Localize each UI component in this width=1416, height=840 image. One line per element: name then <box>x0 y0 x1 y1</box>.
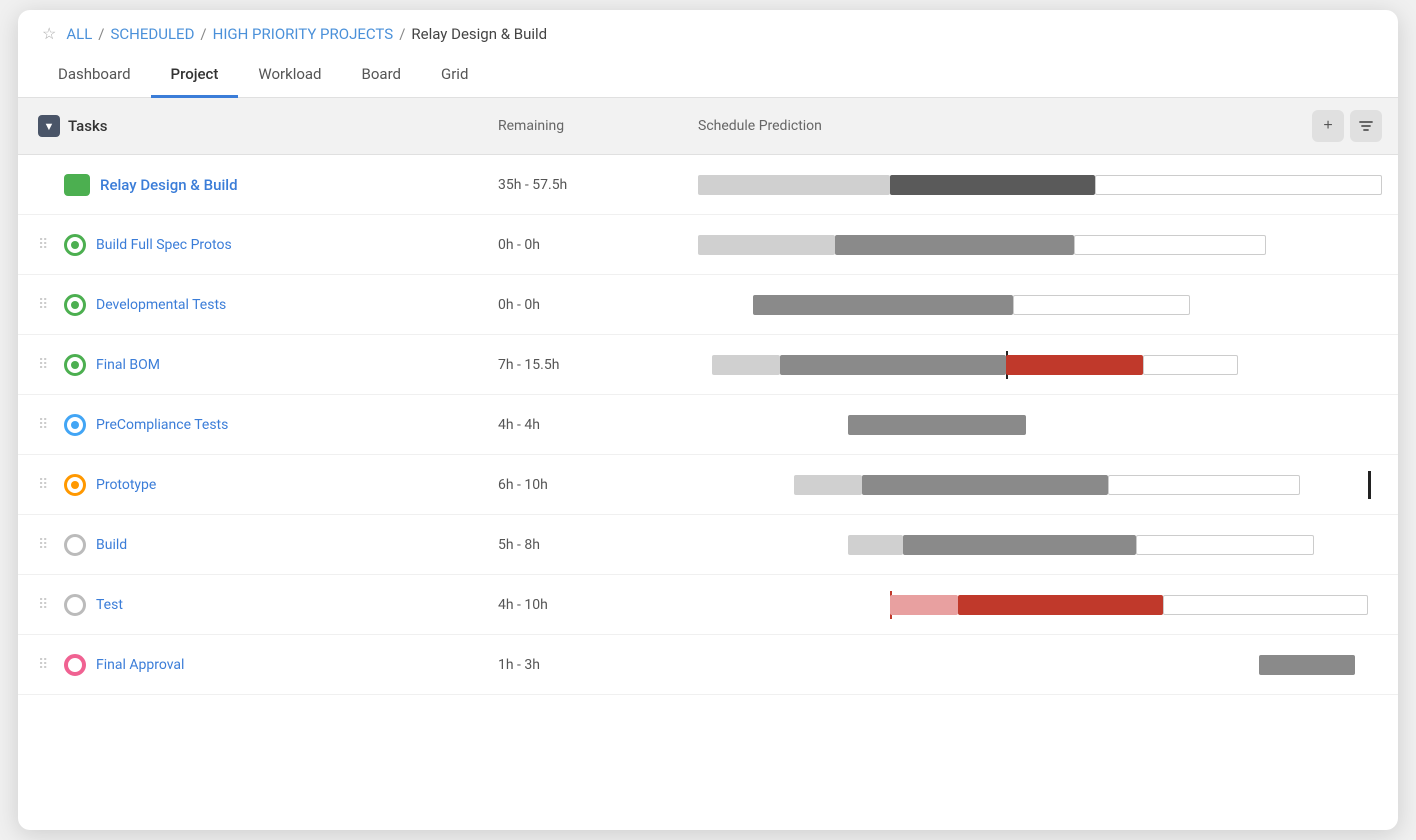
status-icon-green <box>64 234 86 256</box>
schedule-bar <box>698 469 1382 501</box>
schedule-bar <box>698 649 1382 681</box>
remaining-value: 0h - 0h <box>498 237 698 253</box>
task-name[interactable]: Build <box>96 537 127 553</box>
schedule-bar <box>698 409 1382 441</box>
task-name[interactable]: Final Approval <box>96 657 184 673</box>
filter-button[interactable] <box>1350 110 1382 142</box>
status-icon-blue <box>64 414 86 436</box>
project-folder-icon <box>64 174 90 196</box>
task-name-cell: ⠿ Test <box>38 594 498 616</box>
task-name[interactable]: Developmental Tests <box>96 297 226 313</box>
remaining-value: 35h - 57.5h <box>498 177 698 193</box>
status-icon-pink <box>64 654 86 676</box>
status-icon-gray <box>64 594 86 616</box>
remaining-column-header: Remaining <box>498 118 698 134</box>
remaining-value: 6h - 10h <box>498 477 698 493</box>
table-row: ⠿ Test 4h - 10h <box>18 575 1398 635</box>
table-row: ⠿ Build Full Spec Protos 0h - 0h <box>18 215 1398 275</box>
tasks-label: Tasks <box>68 117 108 135</box>
table-row: ⠿ Prototype 6h - 10h <box>18 455 1398 515</box>
task-name[interactable]: Test <box>96 597 123 613</box>
table-row: ⠿ PreCompliance Tests 4h - 4h <box>18 395 1398 455</box>
table-row: ⠿ Final BOM 7h - 15.5h <box>18 335 1398 395</box>
task-name-cell: ⠿ Prototype <box>38 474 498 496</box>
remaining-value: 7h - 15.5h <box>498 357 698 373</box>
drag-handle-icon[interactable]: ⠿ <box>38 477 54 493</box>
task-name-cell: ⠿ Final Approval <box>38 654 498 676</box>
table-row: Relay Design & Build 35h - 57.5h <box>18 155 1398 215</box>
status-icon-green <box>64 354 86 376</box>
task-name[interactable]: Build Full Spec Protos <box>96 237 232 253</box>
schedule-bar <box>698 589 1382 621</box>
drag-handle-icon[interactable]: ⠿ <box>38 597 54 613</box>
remaining-value: 0h - 0h <box>498 297 698 313</box>
add-task-button[interactable]: + <box>1312 110 1344 142</box>
task-table: ▼ Tasks Remaining Schedule Prediction + <box>18 98 1398 695</box>
breadcrumb-all[interactable]: ALL <box>66 25 92 43</box>
table-row: ⠿ Build 5h - 8h <box>18 515 1398 575</box>
remaining-value: 4h - 4h <box>498 417 698 433</box>
task-name-cell: ⠿ Build <box>38 534 498 556</box>
task-name-cell: ⠿ Build Full Spec Protos <box>38 234 498 256</box>
tab-board[interactable]: Board <box>342 53 421 98</box>
tasks-column-header: ▼ Tasks <box>38 115 498 137</box>
schedule-bar <box>698 529 1382 561</box>
task-name[interactable]: PreCompliance Tests <box>96 417 228 433</box>
status-icon-orange <box>64 474 86 496</box>
task-name-cell: ⠿ Developmental Tests <box>38 294 498 316</box>
task-name[interactable]: Final BOM <box>96 357 160 373</box>
schedule-bar <box>698 349 1382 381</box>
status-icon-gray <box>64 534 86 556</box>
deadline-marker <box>1368 471 1371 499</box>
breadcrumb-current: Relay Design & Build <box>411 25 547 43</box>
table-row: ⠿ Final Approval 1h - 3h <box>18 635 1398 695</box>
app-window: ☆ ALL / SCHEDULED / HIGH PRIORITY PROJEC… <box>18 10 1398 830</box>
breadcrumb-scheduled[interactable]: SCHEDULED <box>111 25 195 43</box>
breadcrumb: ☆ ALL / SCHEDULED / HIGH PRIORITY PROJEC… <box>18 10 1398 53</box>
star-icon[interactable]: ☆ <box>42 24 56 43</box>
tab-grid[interactable]: Grid <box>421 53 488 98</box>
remaining-value: 1h - 3h <box>498 657 698 673</box>
schedule-prediction-column-header: Schedule Prediction <box>698 118 1302 134</box>
schedule-bar <box>698 289 1382 321</box>
schedule-bar <box>698 229 1382 261</box>
task-name-cell: Relay Design & Build <box>38 174 498 196</box>
drag-handle-icon[interactable]: ⠿ <box>38 417 54 433</box>
tab-workload[interactable]: Workload <box>238 53 341 98</box>
status-icon-green <box>64 294 86 316</box>
task-name[interactable]: Prototype <box>96 477 156 493</box>
schedule-bar <box>698 169 1382 201</box>
breadcrumb-high-priority[interactable]: HIGH PRIORITY PROJECTS <box>213 25 394 43</box>
table-header: ▼ Tasks Remaining Schedule Prediction + <box>18 98 1398 155</box>
table-actions: + <box>1302 110 1382 142</box>
task-name-cell: ⠿ PreCompliance Tests <box>38 414 498 436</box>
tasks-icon: ▼ <box>38 115 60 137</box>
drag-handle-icon[interactable]: ⠿ <box>38 357 54 373</box>
task-name[interactable]: Relay Design & Build <box>100 176 238 194</box>
drag-handle-icon[interactable]: ⠿ <box>38 297 54 313</box>
tab-project[interactable]: Project <box>151 53 239 98</box>
drag-handle-icon[interactable]: ⠿ <box>38 237 54 253</box>
nav-tabs: Dashboard Project Workload Board Grid <box>18 53 1398 98</box>
tab-dashboard[interactable]: Dashboard <box>38 53 151 98</box>
remaining-value: 4h - 10h <box>498 597 698 613</box>
drag-handle-icon[interactable]: ⠿ <box>38 537 54 553</box>
table-row: ⠿ Developmental Tests 0h - 0h <box>18 275 1398 335</box>
task-name-cell: ⠿ Final BOM <box>38 354 498 376</box>
drag-handle-icon[interactable]: ⠿ <box>38 657 54 673</box>
remaining-value: 5h - 8h <box>498 537 698 553</box>
